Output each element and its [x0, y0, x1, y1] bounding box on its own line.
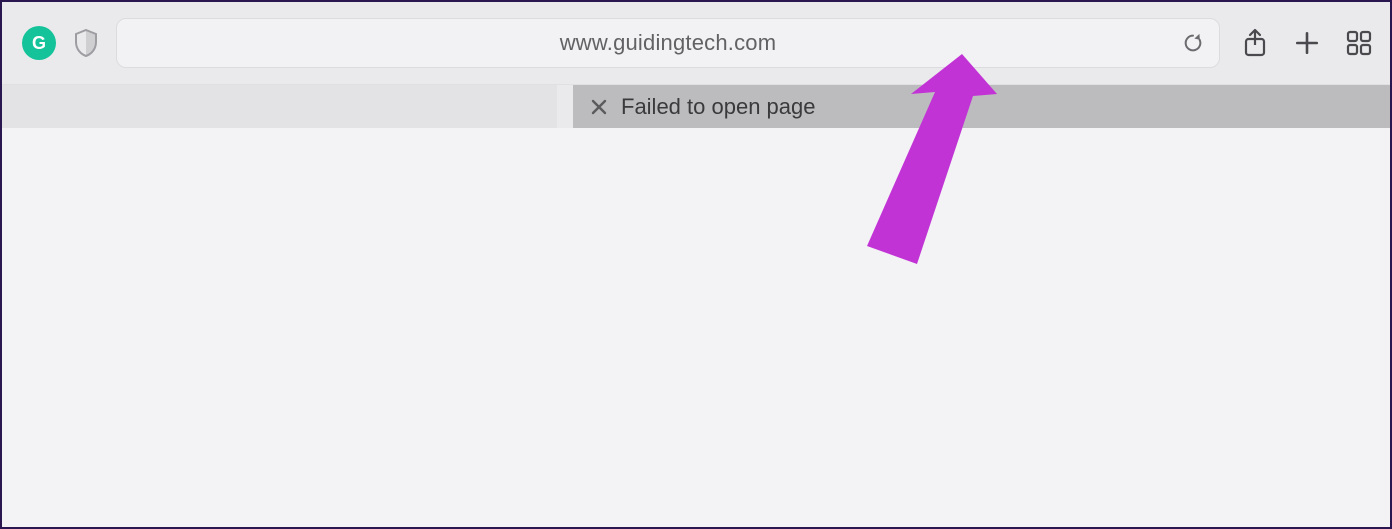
grammarly-extension-icon[interactable]: G [22, 26, 56, 60]
close-tab-icon[interactable] [591, 99, 607, 115]
privacy-shield-icon[interactable] [74, 29, 98, 57]
url-text: www.guidingtech.com [117, 30, 1219, 56]
reload-button[interactable] [1179, 29, 1207, 57]
share-button[interactable] [1238, 26, 1272, 60]
active-tab[interactable]: Failed to open page [573, 85, 1390, 128]
tab-overview-button[interactable] [1342, 26, 1376, 60]
inactive-tab[interactable] [2, 85, 557, 128]
tab-title: Failed to open page [621, 94, 816, 120]
tab-strip: Failed to open page [2, 84, 1390, 128]
browser-toolbar: G www.guidingtech.com [2, 2, 1390, 84]
address-bar[interactable]: www.guidingtech.com [116, 18, 1220, 68]
new-tab-button[interactable] [1290, 26, 1324, 60]
page-content [2, 128, 1390, 527]
grammarly-letter: G [32, 33, 46, 54]
